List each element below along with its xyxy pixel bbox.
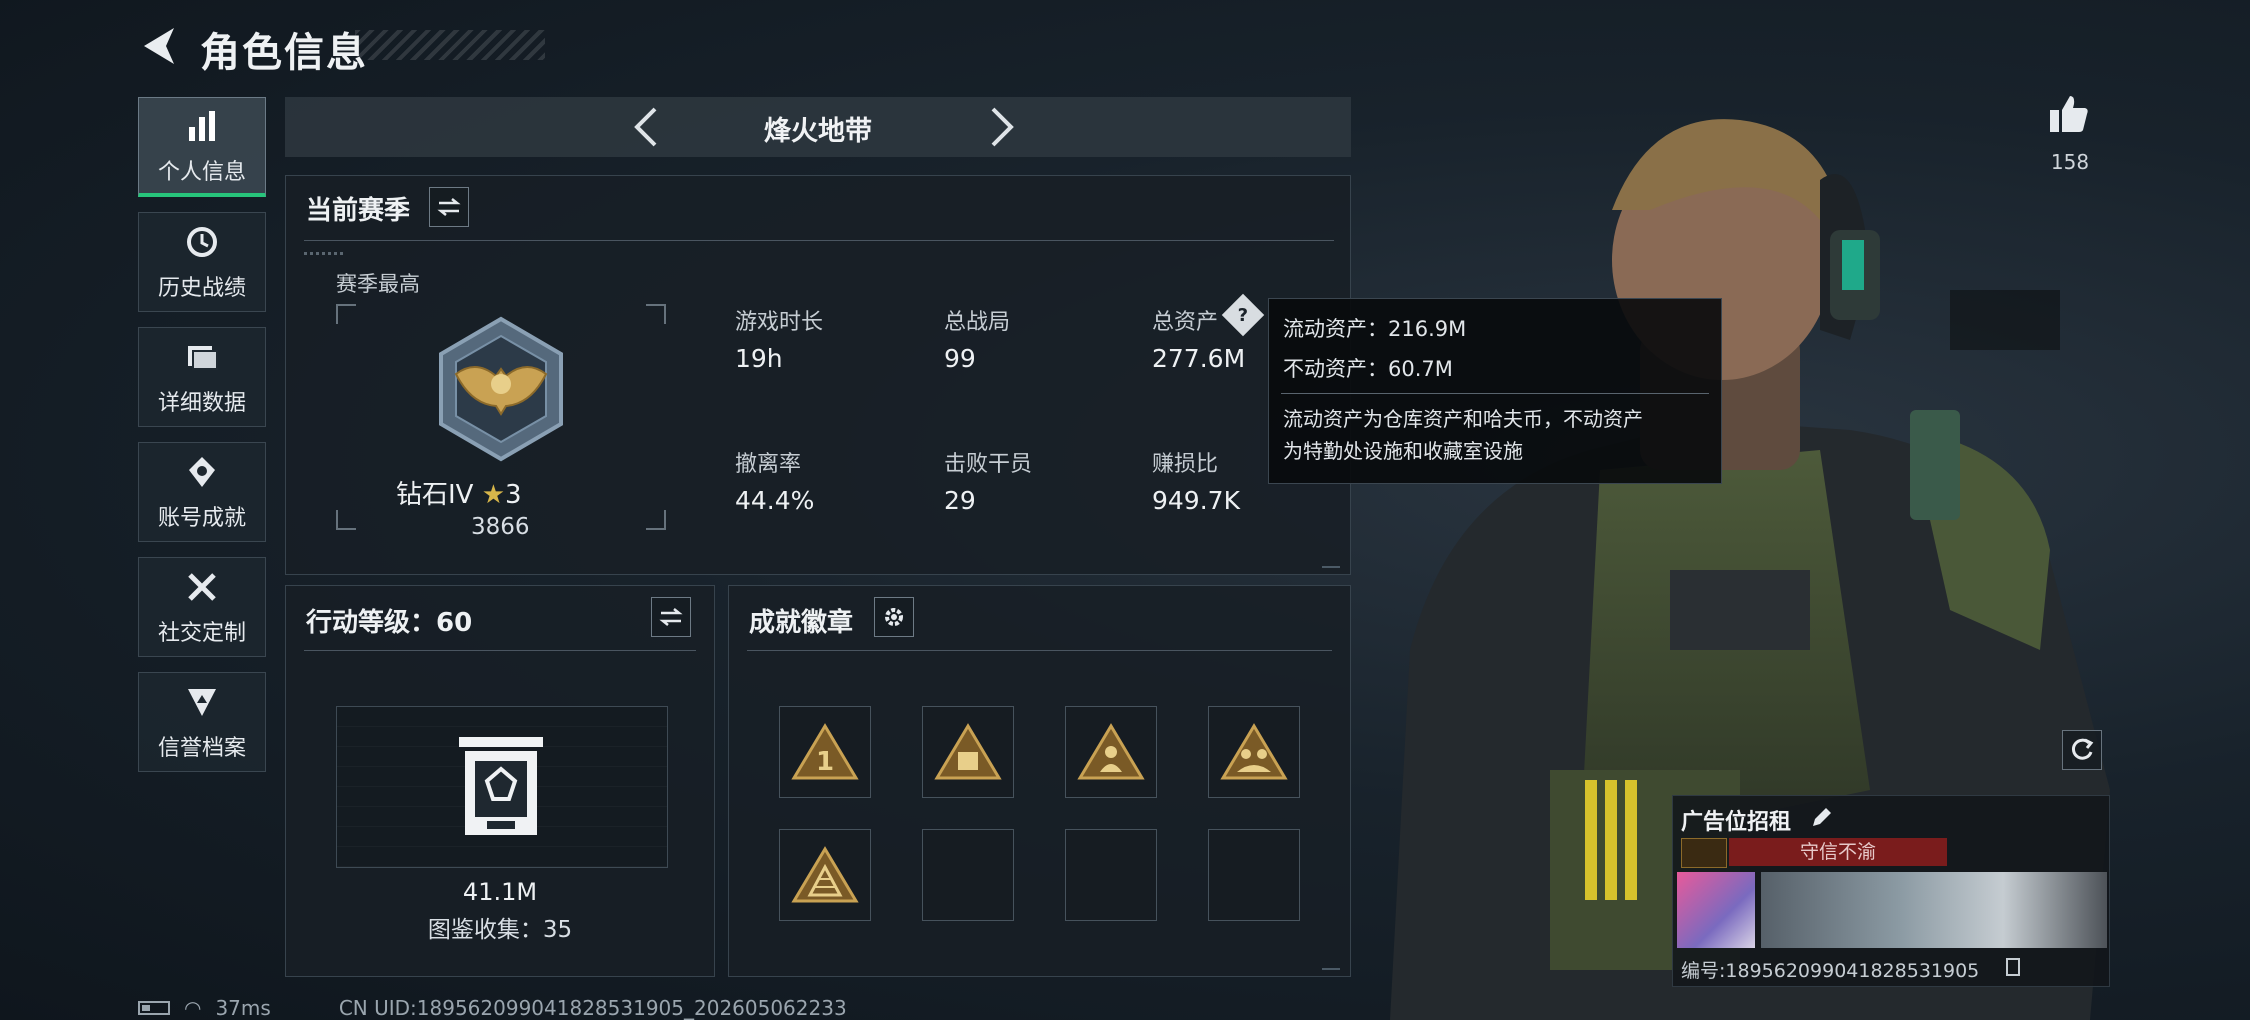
- season-best-label: 赛季最高: [336, 272, 420, 296]
- season-panel: 当前赛季 赛季最高 钻石IV ★3 3866 游戏时长 19h 总战局 99 总…: [285, 175, 1351, 575]
- thumbs-up-icon[interactable]: [2048, 92, 2090, 134]
- card-avatar-image[interactable]: [1677, 872, 1755, 948]
- sidebar-item-profile[interactable]: 个人信息: [138, 97, 266, 197]
- action-level-panel: 行动等级：60 41.1M 图鉴收集：35: [285, 585, 715, 977]
- stat-label-playtime: 游戏时长: [735, 310, 824, 335]
- player-card: 广告位招租 守信不渝 编号:1895620990418285319​05: [1672, 795, 2110, 987]
- badge-pyramid-icon: [791, 846, 859, 903]
- mode-selector: 烽火地带: [285, 97, 1351, 157]
- question-icon: ?: [1237, 304, 1249, 326]
- sidebar-item-label: 信誉档案: [157, 736, 246, 761]
- achievement-badge-1[interactable]: 1: [779, 706, 871, 798]
- rank-name: 钻石IV: [396, 480, 474, 510]
- stat-label-extraction-rate: 撤离率: [735, 452, 802, 477]
- season-title: 当前赛季: [306, 196, 411, 226]
- tools-icon: [182, 567, 222, 607]
- achievement-icon: [182, 452, 222, 492]
- achievement-slot-empty[interactable]: [1065, 829, 1157, 921]
- mode-title: 烽火地带: [764, 116, 872, 147]
- tooltip-desc-line1: 流动资产为仓库资产和哈夫币，不动资产: [1283, 407, 1643, 431]
- chevron-right-icon[interactable]: [975, 103, 1023, 151]
- achievements-panel: 成就徽章 1: [728, 585, 1351, 977]
- reputation-emblem-icon: [1681, 838, 1727, 868]
- tooltip-desc-line2: 为特勤处设施和收藏室设施: [1283, 439, 1523, 463]
- bar-chart-icon: [182, 106, 222, 146]
- achievement-badge-3[interactable]: [1065, 706, 1157, 798]
- page-title: 角色信息: [200, 30, 368, 76]
- folder-icon: [182, 337, 222, 377]
- sidebar-item-history[interactable]: 历史战绩: [138, 212, 266, 312]
- card-title: 广告位招租: [1681, 810, 1792, 835]
- title-decoration: [355, 30, 545, 60]
- back-arrow-icon[interactable]: [138, 24, 180, 68]
- sidebar-item-social[interactable]: 社交定制: [138, 557, 266, 657]
- stat-label-profit-ratio: 赚损比: [1152, 452, 1219, 477]
- battery-icon: [138, 1001, 170, 1015]
- swap-icon: [659, 608, 683, 626]
- sidebar-item-label: 账号成就: [157, 506, 246, 531]
- stat-label-total-matches: 总战局: [944, 310, 1011, 335]
- sidebar-item-label: 历史战绩: [157, 276, 246, 301]
- rank-line: 钻石IV ★3: [396, 474, 522, 511]
- sidebar-item-label: 个人信息: [157, 159, 246, 185]
- diamond-rank-emblem-icon: [439, 316, 563, 462]
- rotate-character-button[interactable]: [2062, 730, 2102, 770]
- reputation-tag: 守信不渝: [1729, 838, 1947, 866]
- assets-info-button[interactable]: ?: [1221, 293, 1265, 337]
- like-count: 158: [2050, 150, 2090, 174]
- collection-value: 41.1M: [462, 878, 538, 906]
- achievement-badge-4[interactable]: [1208, 706, 1300, 798]
- badge-number-one-icon: 1: [791, 723, 859, 780]
- status-bar: ◠ 37ms CN UID:1895620990418285319​05_202…: [138, 996, 847, 1020]
- svg-text:1: 1: [816, 747, 834, 777]
- stat-value-operators-defeated: 29: [944, 486, 976, 515]
- rank-stars: 3: [505, 480, 522, 510]
- stat-value-extraction-rate: 44.4%: [735, 486, 815, 515]
- achievement-badge-5[interactable]: [779, 829, 871, 921]
- stat-value-total-matches: 99: [944, 344, 976, 373]
- sidebar-item-details[interactable]: 详细数据: [138, 327, 266, 427]
- tooltip-fixed-assets: 不动资产：60.7M: [1283, 357, 1453, 381]
- collection-count: 图鉴收集：35: [427, 917, 573, 943]
- tooltip-liquid-assets: 流动资产：216.9M: [1283, 317, 1467, 341]
- assets-tooltip: 流动资产：216.9M 不动资产：60.7M 流动资产为仓库资产和哈夫币，不动资…: [1268, 298, 1722, 484]
- sidebar-item-label: 社交定制: [157, 621, 246, 646]
- uid-text: CN UID:1895620990418285319​05_2026050622…: [338, 996, 847, 1020]
- gear-icon: [885, 608, 903, 626]
- swap-level-button[interactable]: [651, 597, 691, 637]
- achievement-settings-button[interactable]: [874, 597, 914, 637]
- sidebar-item-achievements[interactable]: 账号成就: [138, 442, 266, 542]
- shield-icon: [182, 682, 222, 722]
- edit-pencil-icon[interactable]: [1809, 804, 1835, 830]
- wifi-icon: ◠: [184, 996, 202, 1020]
- collection-cabinet-icon: [459, 737, 543, 835]
- collection-display[interactable]: [336, 706, 668, 868]
- stat-label-total-assets: 总资产: [1152, 310, 1219, 335]
- rank-points: 3866: [471, 514, 530, 540]
- stat-label-operators-defeated: 击败干员: [944, 452, 1033, 477]
- copy-icon[interactable]: [2006, 958, 2020, 976]
- sidebar-item-reputation[interactable]: 信誉档案: [138, 672, 266, 772]
- stat-value-playtime: 19h: [735, 344, 783, 373]
- swap-icon: [437, 198, 461, 216]
- achievement-slot-empty[interactable]: [1208, 829, 1300, 921]
- achievements-title: 成就徽章: [749, 608, 854, 638]
- ping-value: 37ms: [215, 996, 271, 1020]
- card-banner-image[interactable]: [1761, 872, 2107, 948]
- swap-season-button[interactable]: [429, 187, 469, 227]
- badge-squad-icon: [1220, 723, 1288, 780]
- refresh-icon: [2071, 738, 2094, 760]
- sidebar-item-label: 详细数据: [157, 391, 246, 416]
- action-level-title: 行动等级：60: [306, 608, 473, 638]
- stat-value-total-assets: 277.6M: [1152, 344, 1246, 373]
- achievement-badge-2[interactable]: [922, 706, 1014, 798]
- badge-crate-icon: [934, 723, 1002, 780]
- stat-value-profit-ratio: 949.7K: [1152, 486, 1240, 515]
- achievement-slot-empty[interactable]: [922, 829, 1014, 921]
- star-icon: ★: [481, 480, 506, 510]
- badge-soldier-icon: [1077, 723, 1145, 780]
- history-icon: [182, 222, 222, 262]
- card-id: 编号:1895620990418285319​05: [1681, 960, 1980, 982]
